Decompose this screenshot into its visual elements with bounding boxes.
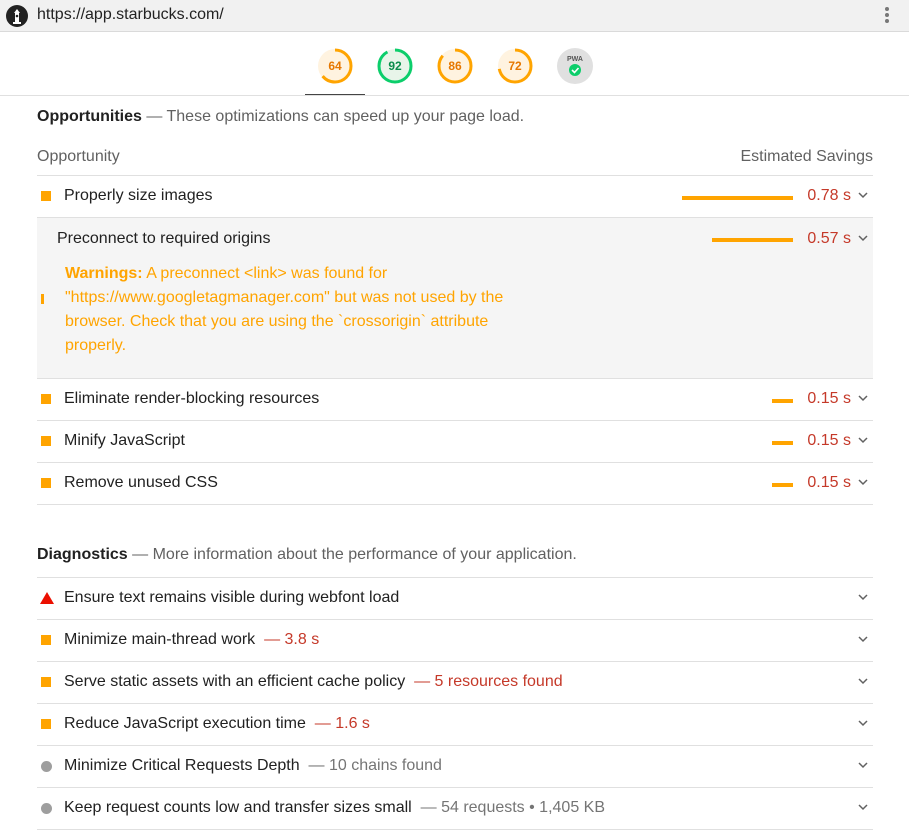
score-gauge[interactable]: 92	[376, 47, 414, 85]
header-divider	[0, 95, 909, 96]
chevron-down-icon[interactable]	[857, 476, 869, 488]
average-square-icon	[41, 394, 51, 404]
chevron-down-icon[interactable]	[857, 633, 869, 645]
diagnostic-value: — 5 resources found	[414, 673, 563, 690]
savings-bar	[772, 441, 793, 445]
score-value: 72	[508, 59, 522, 73]
warning-label: Warnings:	[65, 265, 143, 282]
diagnostic-title: Minimize main-thread work — 3.8 s	[64, 631, 320, 648]
chevron-down-icon[interactable]	[857, 189, 869, 201]
opportunity-row[interactable]: Remove unused CSS 0.15 s	[37, 463, 873, 505]
diagnostic-title: Reduce JavaScript execution time — 1.6 s	[64, 715, 370, 732]
score-value: 86	[448, 59, 462, 73]
col-estimated-savings: Estimated Savings	[740, 148, 873, 165]
diagnostic-value: — 1.6 s	[314, 715, 370, 732]
opportunities-column-header: Opportunity Estimated Savings	[37, 148, 873, 166]
savings-bar	[772, 399, 793, 403]
diagnostic-title: Keep request counts low and transfer siz…	[64, 799, 605, 816]
savings-value: 0.15 s	[807, 474, 851, 491]
average-square-icon	[41, 478, 51, 488]
diagnostic-title: Serve static assets with an efficient ca…	[64, 673, 563, 690]
col-opportunity: Opportunity	[37, 148, 120, 165]
browser-toolbar: https://app.starbucks.com/	[0, 0, 909, 32]
score-gauge[interactable]: 64	[316, 47, 354, 85]
diagnostic-value: — 10 chains found	[308, 757, 442, 774]
diagnostic-row[interactable]: Reduce JavaScript execution time — 1.6 s	[37, 704, 873, 746]
savings-value: 0.15 s	[807, 390, 851, 407]
opportunity-row[interactable]: Properly size images 0.78 s	[37, 176, 873, 218]
chevron-down-icon[interactable]	[857, 232, 869, 244]
pwa-label: PWA	[567, 56, 583, 63]
score-gauge[interactable]: 72	[496, 47, 534, 85]
lighthouse-icon	[6, 5, 28, 27]
opportunities-title: Opportunities	[37, 108, 142, 125]
chevron-down-icon[interactable]	[857, 434, 869, 446]
opportunities-desc: — These optimizations can speed up your …	[146, 108, 525, 125]
warning-marker	[41, 294, 44, 304]
opportunity-title: Remove unused CSS	[64, 474, 218, 491]
average-square-icon	[41, 191, 51, 201]
pwa-gauge[interactable]: PWA	[556, 47, 594, 85]
score-gauge[interactable]: 86	[436, 47, 474, 85]
chevron-down-icon[interactable]	[857, 717, 869, 729]
opportunity-row[interactable]: Eliminate render-blocking resources 0.15…	[37, 379, 873, 421]
average-square-icon	[41, 677, 51, 687]
opportunity-row[interactable]: Minify JavaScript 0.15 s	[37, 421, 873, 463]
chevron-down-icon[interactable]	[857, 591, 869, 603]
info-circle-icon	[41, 761, 52, 772]
diagnostic-row[interactable]: Keep request counts low and transfer siz…	[37, 788, 873, 830]
info-circle-icon	[41, 803, 52, 814]
diagnostic-row[interactable]: Minimize Critical Requests Depth — 10 ch…	[37, 746, 873, 788]
chevron-down-icon[interactable]	[857, 801, 869, 813]
score-value: 64	[328, 59, 342, 73]
savings-value: 0.15 s	[807, 432, 851, 449]
kebab-menu-icon[interactable]	[883, 6, 891, 26]
chevron-down-icon[interactable]	[857, 759, 869, 771]
diagnostic-title: Ensure text remains visible during webfo…	[64, 589, 400, 606]
diagnostic-row[interactable]: Serve static assets with an efficient ca…	[37, 662, 873, 704]
fail-triangle-icon	[40, 592, 54, 604]
opportunity-title: Minify JavaScript	[64, 432, 185, 449]
diagnostics-heading: Diagnostics — More information about the…	[37, 546, 577, 564]
diagnostic-row[interactable]: Minimize main-thread work — 3.8 s	[37, 620, 873, 662]
savings-bar	[772, 483, 793, 487]
savings-bar	[682, 196, 793, 200]
chevron-down-icon[interactable]	[857, 392, 869, 404]
diagnostic-row[interactable]: Ensure text remains visible during webfo…	[37, 578, 873, 620]
savings-value: 0.78 s	[807, 187, 851, 204]
diagnostic-title: Minimize Critical Requests Depth — 10 ch…	[64, 757, 442, 774]
savings-bar	[712, 238, 793, 242]
opportunities-heading: Opportunities — These optimizations can …	[37, 108, 524, 126]
opportunity-row-expanded[interactable]: Preconnect to required origins 0.57 s Wa…	[37, 218, 873, 378]
opportunity-title: Properly size images	[64, 187, 213, 204]
average-square-icon	[41, 436, 51, 446]
diagnostics-desc: — More information about the performance…	[132, 546, 577, 563]
diagnostic-value: — 3.8 s	[264, 631, 320, 648]
opportunity-title: Preconnect to required origins	[57, 230, 271, 247]
chevron-down-icon[interactable]	[857, 675, 869, 687]
diagnostics-title: Diagnostics	[37, 546, 128, 563]
score-gauges: 64 92 86 72 PWA	[0, 44, 909, 94]
average-square-icon	[41, 635, 51, 645]
warning-message: Warnings: A preconnect <link> was found …	[65, 262, 515, 358]
diagnostic-value: — 54 requests • 1,405 KB	[420, 799, 605, 816]
average-square-icon	[41, 719, 51, 729]
opportunity-title: Eliminate render-blocking resources	[64, 390, 320, 407]
savings-value: 0.57 s	[807, 230, 851, 247]
url-text[interactable]: https://app.starbucks.com/	[37, 6, 224, 24]
score-value: 92	[388, 59, 402, 73]
pwa-check-icon	[569, 64, 581, 76]
